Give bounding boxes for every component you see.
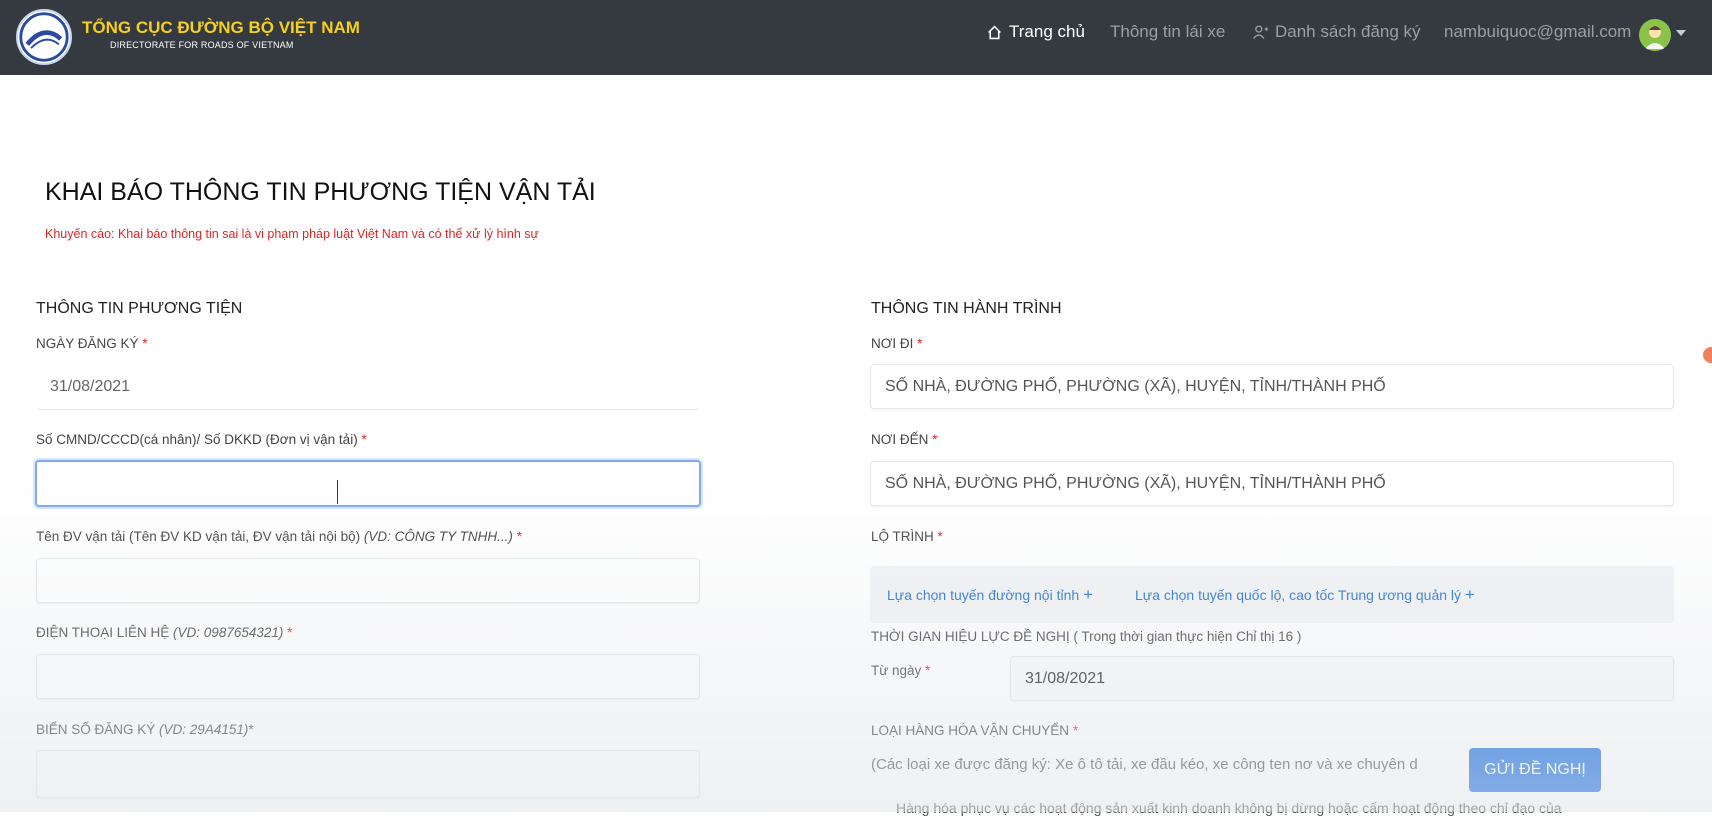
- goods-option-text[interactable]: Hàng hóa phục vụ các hoạt động sản xuất …: [896, 800, 1562, 816]
- phone-hint: (VD: 0987654321): [173, 625, 284, 640]
- destination-label: NƠI ĐẾN *: [871, 432, 937, 447]
- route-national-link[interactable]: Lựa chọn tuyến quốc lộ, cao tốc Trung ươ…: [1135, 585, 1475, 605]
- plus-icon: +: [1083, 585, 1093, 604]
- required-mark: *: [937, 529, 943, 544]
- route-label-text: LỘ TRÌNH: [871, 529, 934, 544]
- vehicle-section-title: THÔNG TIN PHƯƠNG TIỆN: [36, 300, 243, 317]
- home-icon: [988, 24, 1001, 39]
- route-label: LỘ TRÌNH *: [871, 529, 943, 544]
- goods-note: (Các loại xe được đăng ký: Xe ô tô tải, …: [871, 756, 1418, 773]
- scroll-indicator[interactable]: [1703, 347, 1712, 363]
- company-hint: (VD: CÔNG TY TNHH...): [363, 529, 513, 544]
- submit-button[interactable]: GỬI ĐỀ NGHỊ: [1469, 748, 1601, 792]
- user-email-label: nambuiquoc@gmail.com: [1444, 22, 1632, 41]
- validity-label-text: THỜI GIAN HIỆU LỰC ĐỀ NGHỊ: [871, 629, 1070, 644]
- id-number-label-text: Số CMND/CCCD(cá nhân)/ Số DKKD (Đơn vị v…: [36, 432, 358, 447]
- plus-icon: +: [1464, 585, 1475, 604]
- phone-label: ĐIỆN THOẠI LIÊN HỆ (VD: 0987654321) *: [36, 625, 292, 640]
- required-mark: *: [1072, 723, 1079, 738]
- from-date-label: Từ ngày *: [871, 663, 930, 678]
- required-mark: *: [142, 336, 148, 351]
- plate-label: BIỂN SỐ ĐĂNG KÝ (VD: 29A4151)*: [36, 722, 254, 737]
- brand-title[interactable]: TỔNG CỤC ĐƯỜNG BỘ VIỆT NAM: [82, 18, 360, 38]
- id-number-label: Số CMND/CCCD(cá nhân)/ Số DKKD (Đơn vị v…: [36, 432, 367, 447]
- route-national-label: Lựa chọn tuyến quốc lộ, cao tốc Trung ươ…: [1135, 587, 1462, 603]
- company-label: Tên ĐV vận tải (Tên ĐV KD vận tải, ĐV vậ…: [36, 529, 522, 544]
- required-mark: *: [917, 336, 923, 351]
- required-mark: *: [932, 432, 938, 447]
- required-mark: *: [248, 722, 254, 737]
- destination-input[interactable]: SỐ NHÀ, ĐƯỜNG PHỐ, PHƯỜNG (XÃ), HUYỆN, T…: [870, 461, 1674, 506]
- user-add-icon: [1253, 24, 1269, 39]
- avatar[interactable]: [1639, 19, 1671, 51]
- origin-input[interactable]: SỐ NHÀ, ĐƯỜNG PHỐ, PHƯỜNG (XÃ), HUYỆN, T…: [870, 364, 1674, 409]
- plate-input[interactable]: [36, 750, 700, 798]
- goods-label-text: LOẠI HÀNG HÓA VẬN CHUYỂN: [871, 723, 1070, 738]
- reg-date-label-text: NGÀY ĐĂNG KÝ: [36, 336, 139, 351]
- nav-registration-list-label: Danh sách đăng ký: [1275, 22, 1421, 41]
- nav-registration-list[interactable]: Danh sách đăng ký: [1252, 22, 1421, 42]
- nav-driver-info[interactable]: Thông tin lái xe: [1110, 22, 1225, 42]
- company-input[interactable]: [36, 558, 700, 603]
- company-label-text: Tên ĐV vận tải (Tên ĐV KD vận tải, ĐV vậ…: [36, 529, 361, 544]
- user-email[interactable]: nambuiquoc@gmail.com: [1444, 22, 1631, 42]
- chevron-down-icon[interactable]: [1676, 30, 1686, 36]
- from-date-label-text: Từ ngày: [871, 663, 922, 678]
- required-mark: *: [361, 432, 367, 447]
- goods-label: LOẠI HÀNG HÓA VẬN CHUYỂN *: [871, 723, 1078, 738]
- id-number-input[interactable]: [35, 460, 701, 507]
- validity-label: THỜI GIAN HIỆU LỰC ĐỀ NGHỊ ( Trong thời …: [871, 629, 1301, 644]
- drvn-logo[interactable]: [16, 9, 72, 65]
- route-provincial-label: Lựa chọn tuyến đường nội tỉnh: [887, 587, 1080, 603]
- reg-date-field[interactable]: 31/08/2021: [36, 364, 700, 409]
- phone-input[interactable]: [36, 654, 700, 699]
- nav-home[interactable]: Trang chủ: [986, 22, 1085, 42]
- destination-label-text: NƠI ĐẾN: [871, 432, 929, 447]
- route-provincial-link[interactable]: Lựa chọn tuyến đường nội tỉnh +: [887, 585, 1093, 605]
- origin-label: NƠI ĐI *: [871, 336, 922, 351]
- nav-driver-info-label: Thông tin lái xe: [1110, 22, 1226, 41]
- phone-label-text: ĐIỆN THOẠI LIÊN HỆ: [36, 625, 170, 640]
- warning-text: Khuyến cáo: Khai báo thông tin sai là vi…: [45, 227, 539, 241]
- origin-placeholder: SỐ NHÀ, ĐƯỜNG PHỐ, PHƯỜNG (XÃ), HUYỆN, T…: [885, 377, 1386, 395]
- required-mark: *: [516, 529, 522, 544]
- required-mark: *: [925, 663, 931, 678]
- reg-date-value: 31/08/2021: [50, 377, 131, 395]
- plate-hint: (VD: 29A4151): [159, 722, 249, 737]
- journey-section-title: THÔNG TIN HÀNH TRÌNH: [871, 300, 1062, 317]
- nav-home-label: Trang chủ: [1009, 22, 1085, 41]
- plate-label-text: BIỂN SỐ ĐĂNG KÝ: [36, 722, 156, 737]
- validity-note: ( Trong thời gian thực hiện Chỉ thị 16 ): [1073, 629, 1302, 644]
- origin-label-text: NƠI ĐI: [871, 336, 914, 351]
- brand-subtitle: DIRECTORATE FOR ROADS OF VIETNAM: [110, 40, 294, 50]
- required-mark: *: [287, 625, 293, 640]
- from-date-input[interactable]: 31/08/2021: [1010, 656, 1674, 701]
- text-cursor: [337, 480, 338, 504]
- page-title: KHAI BÁO THÔNG TIN PHƯƠNG TIỆN VẬN TẢI: [45, 178, 596, 206]
- from-date-value: 31/08/2021: [1025, 669, 1106, 687]
- top-navbar: TỔNG CỤC ĐƯỜNG BỘ VIỆT NAM DIRECTORATE F…: [0, 0, 1712, 75]
- destination-placeholder: SỐ NHÀ, ĐƯỜNG PHỐ, PHƯỜNG (XÃ), HUYỆN, T…: [885, 474, 1386, 492]
- reg-date-label: NGÀY ĐĂNG KÝ *: [36, 336, 148, 351]
